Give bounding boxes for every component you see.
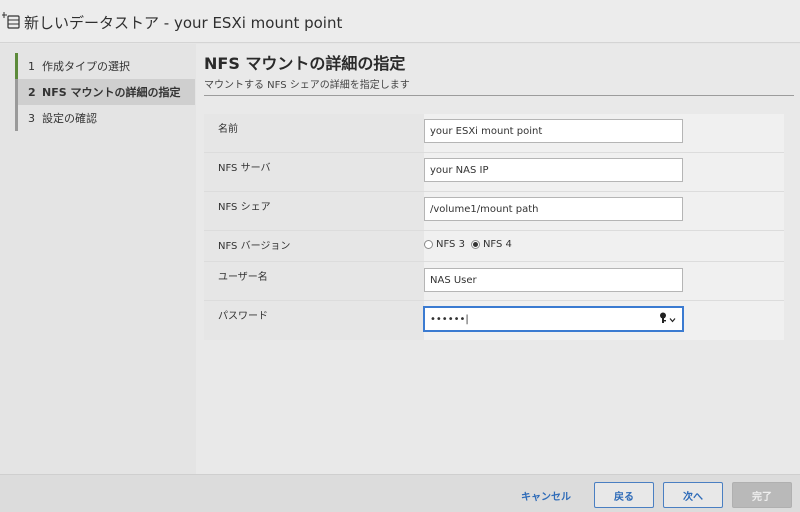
step-number: 1 [28, 59, 35, 73]
wizard-footer: キャンセル 戻る 次へ 完了 [0, 474, 800, 512]
name-label: 名前 [218, 124, 238, 135]
password-label: パスワード [218, 311, 268, 322]
share-label: NFS シェア [218, 202, 271, 213]
radio-circle [470, 240, 480, 249]
new-datastore-icon [1, 11, 22, 31]
form-row-password: パスワード ••••••| [204, 301, 784, 340]
step-label: 作成タイプの選択 [42, 60, 130, 73]
user-label: ユーザー名 [218, 272, 268, 283]
form-row-user: ユーザー名 NAS User [204, 262, 784, 301]
step-label: NFS マウントの詳細の指定 [42, 86, 181, 99]
radio-circle [424, 240, 433, 249]
radio-label: NFS 4 [482, 239, 512, 250]
nfs3-radio[interactable]: NFS 3 [424, 239, 465, 250]
wizard-steps: 1 作成タイプの選択 2 NFS マウントの詳細の指定 3 設定の確認 [0, 44, 196, 474]
username-input[interactable]: NAS User [424, 268, 683, 292]
page-subtitle: マウントする NFS シェアの詳細を指定します [204, 80, 410, 91]
server-label: NFS サーバ [218, 163, 271, 174]
step-number: 3 [28, 111, 35, 125]
step-number: 2 [28, 85, 36, 99]
nfs-form: 名前 your ESXi mount point NFS サーバ your NA… [204, 114, 784, 340]
password-input[interactable]: ••••••| [424, 307, 683, 331]
form-row-server: NFS サーバ your NAS IP [204, 153, 784, 192]
finish-button[interactable]: 完了 [732, 482, 792, 508]
step-review[interactable]: 3 設定の確認 [15, 105, 195, 131]
form-row-version: NFS バージョン NFS 3 NFS 4 [204, 231, 784, 262]
header-divider [204, 95, 794, 96]
page-title: NFS マウントの詳細の指定 [204, 54, 406, 73]
share-input[interactable]: /volume1/mount path [424, 197, 683, 221]
nfs-version-radio-group: NFS 3 NFS 4 [424, 239, 512, 250]
title-bar: 新しいデータストア - your ESXi mount point [0, 0, 800, 43]
radio-label: NFS 3 [436, 239, 465, 250]
password-value: ••••••| [430, 313, 469, 325]
cancel-button[interactable]: キャンセル [510, 482, 582, 508]
step-label: 設定の確認 [42, 112, 97, 125]
window-title: 新しいデータストア - your ESXi mount point [24, 14, 343, 32]
step-select-type[interactable]: 1 作成タイプの選択 [15, 53, 195, 79]
password-manager-button[interactable] [658, 312, 676, 327]
version-label: NFS バージョン [218, 241, 291, 252]
name-input[interactable]: your ESXi mount point [424, 119, 683, 143]
back-button[interactable]: 戻る [594, 482, 654, 508]
form-row-name: 名前 your ESXi mount point [204, 114, 784, 153]
key-icon [658, 312, 668, 327]
main-panel: NFS マウントの詳細の指定 マウントする NFS シェアの詳細を指定します 名… [196, 44, 800, 474]
server-input[interactable]: your NAS IP [424, 158, 683, 182]
chevron-down-icon [669, 313, 676, 326]
step-nfs-details[interactable]: 2 NFS マウントの詳細の指定 [15, 79, 195, 105]
next-button[interactable]: 次へ [663, 482, 723, 508]
form-row-share: NFS シェア /volume1/mount path [204, 192, 784, 231]
nfs4-radio[interactable]: NFS 4 [470, 239, 512, 250]
